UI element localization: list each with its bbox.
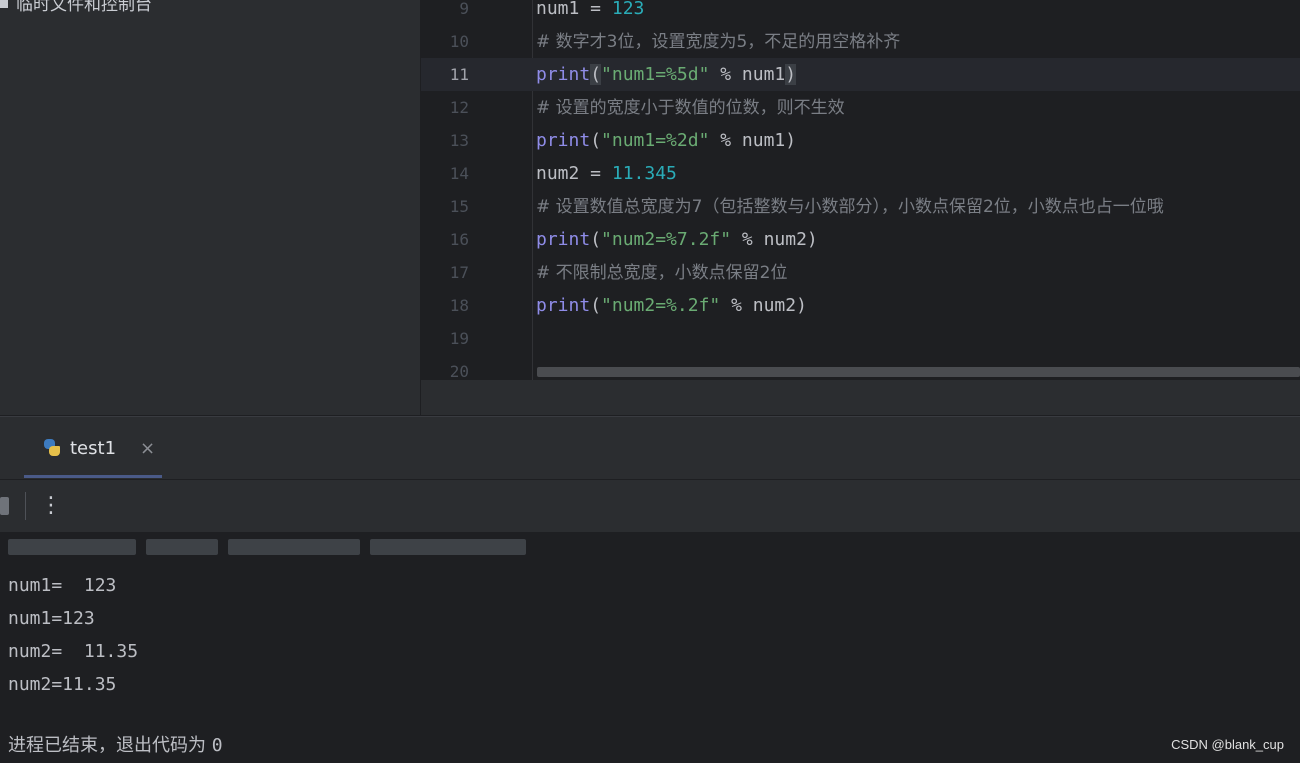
code-text: print("num1=%5d" % num1)	[536, 58, 797, 91]
code-token: % num2)	[720, 295, 807, 316]
stop-icon[interactable]	[0, 497, 9, 515]
code-text: print("num2=%7.2f" % num2)	[536, 223, 818, 256]
code-token: print	[536, 229, 591, 250]
code-text: print("num1=%2d" % num1)	[536, 124, 796, 157]
close-icon[interactable]: ×	[140, 438, 155, 459]
code-line[interactable]: 14 num2 = 11.345	[421, 157, 1300, 190]
toolbar-divider	[25, 492, 26, 520]
code-token: (	[590, 64, 602, 85]
line-number: 11	[449, 65, 469, 84]
exit-code: 0	[211, 735, 223, 756]
line-number: 20	[449, 362, 469, 380]
output-line: num2= 11.35	[8, 641, 139, 662]
code-editor[interactable]: 9 num1 = 123 10 # 数字才3位，设置宽度为5，不足的用空格补齐 11 pr…	[421, 0, 1300, 380]
line-number: 9	[459, 0, 469, 18]
code-text: num1 = 123	[536, 0, 644, 25]
scratches-and-consoles-item[interactable]: 临时文件和控制台	[0, 0, 152, 15]
code-line[interactable]: 10 # 数字才3位，设置宽度为5，不足的用空格补齐	[421, 25, 1300, 58]
code-line[interactable]: 15 # 设置数值总宽度为7（包括整数与小数部分），小数点保留2位，小数点也占一位…	[421, 190, 1300, 223]
code-text: print("num2=%.2f" % num2)	[536, 289, 807, 322]
run-toolbar: ⋮	[0, 479, 1300, 532]
code-text: # 不限制总宽度，小数点保留2位	[536, 256, 787, 290]
code-token: print	[536, 64, 591, 85]
code-token: )	[785, 64, 797, 85]
folder-icon	[0, 0, 8, 8]
code-token: # 设置的宽度小于数值的位数，则不生效	[536, 98, 845, 118]
line-number: 17	[449, 263, 469, 282]
code-line[interactable]: 12 # 设置的宽度小于数值的位数，则不生效	[421, 91, 1300, 124]
code-token: 11.345	[611, 163, 677, 184]
code-token: # 数字才3位，设置宽度为5，不足的用空格补齐	[536, 32, 901, 52]
code-token: % num1)	[709, 130, 797, 151]
code-token: % num2)	[731, 229, 818, 250]
tab-test1[interactable]: test1 ×	[24, 417, 162, 479]
code-line[interactable]: 19	[421, 322, 1300, 355]
python-icon	[42, 438, 62, 458]
code-token: print	[536, 295, 591, 316]
redacted-command-line	[8, 539, 526, 559]
line-number: 10	[449, 32, 469, 51]
code-token: % num1	[709, 64, 786, 85]
active-tab-indicator	[24, 475, 162, 478]
tab-label: test1	[70, 437, 117, 459]
line-number: 19	[449, 329, 469, 348]
code-line[interactable]: 18 print("num2=%.2f" % num2)	[421, 289, 1300, 322]
output-line: num2=11.35	[8, 674, 117, 695]
output-line: num1= 123	[8, 575, 117, 596]
project-panel: 临时文件和控制台	[0, 0, 421, 415]
code-line[interactable]: 16 print("num2=%7.2f" % num2)	[421, 223, 1300, 256]
line-number: 15	[449, 197, 469, 216]
code-line[interactable]: 11 print("num1=%5d" % num1)	[421, 58, 1300, 91]
code-text: num2 = 11.345	[536, 157, 677, 190]
code-line[interactable]: 9 num1 = 123	[421, 0, 1300, 25]
editor-horizontal-scrollbar[interactable]	[537, 367, 1300, 377]
line-number: 13	[449, 131, 469, 150]
code-token: print	[536, 130, 591, 151]
code-line[interactable]: 13 print("num1=%2d" % num1)	[421, 124, 1300, 157]
code-token: "num2=%.2f"	[601, 295, 721, 316]
exit-message: 进程已结束，退出代码为 0	[8, 735, 223, 757]
line-number: 18	[449, 296, 469, 315]
output-line: num1=123	[8, 608, 95, 629]
ide-window: 临时文件和控制台 9 num1 = 123 10 # 数字才3位，设置宽度为5，不足的…	[0, 0, 1300, 763]
console-output[interactable]: num1= 123 num1=123 num2= 11.35 num2=11.3…	[0, 531, 1300, 763]
run-tool-window: test1 × ⋮ num1= 123 num1=123 num2= 11.35…	[0, 416, 1300, 763]
exit-text: 进程已结束，退出代码为	[8, 735, 212, 756]
code-text: # 设置数值总宽度为7（包括整数与小数部分），小数点保留2位，小数点也占一位哦	[536, 190, 1164, 224]
code-token: num1 =	[536, 0, 612, 19]
code-text: # 设置的宽度小于数值的位数，则不生效	[536, 91, 845, 125]
editor-bottom-bar	[421, 380, 1300, 415]
code-token: "num2=%7.2f"	[601, 229, 732, 250]
code-token: "num1=%2d"	[601, 130, 710, 151]
scratches-label: 临时文件和控制台	[16, 0, 152, 15]
line-number: 14	[449, 164, 469, 183]
line-number: 12	[449, 98, 469, 117]
code-token: # 不限制总宽度，小数点保留2位	[536, 263, 788, 283]
code-token: # 设置数值总宽度为7（包括整数与小数部分），小数点保留2位，小数点也占一位哦	[536, 197, 1164, 217]
code-text: # 数字才3位，设置宽度为5，不足的用空格补齐	[536, 25, 900, 59]
code-token: (	[590, 295, 602, 316]
line-number: 16	[449, 230, 469, 249]
watermark: CSDN @blank_cup	[1171, 737, 1284, 752]
code-token: 123	[611, 0, 645, 19]
code-line[interactable]: 17 # 不限制总宽度，小数点保留2位	[421, 256, 1300, 289]
code-token: (	[590, 130, 602, 151]
run-tab-bar: test1 ×	[0, 417, 1300, 479]
code-token: num2 =	[536, 163, 612, 184]
code-token: (	[590, 229, 602, 250]
code-token: "num1=%5d"	[601, 64, 710, 85]
more-options-icon[interactable]: ⋮	[40, 490, 62, 522]
